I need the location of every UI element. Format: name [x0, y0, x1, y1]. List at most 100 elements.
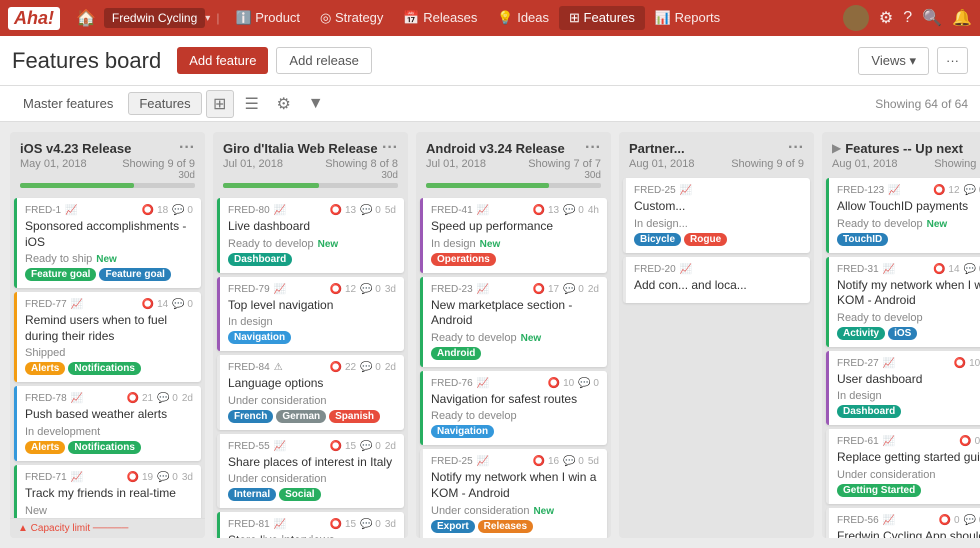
tag: Rogue [684, 233, 727, 246]
card[interactable]: FRED-78📈⭕ 21💬 02dPush based weather aler… [14, 386, 201, 461]
card-status: Ready to developNew [431, 332, 599, 344]
showing-count: Showing 64 of 64 [875, 97, 968, 111]
list-view-icon[interactable]: ☰ [238, 90, 266, 118]
card[interactable]: FRED-25📈⭕ 16💬 05dNotify my network when … [420, 449, 607, 538]
card-icon: 📈 [477, 284, 489, 295]
card[interactable]: FRED-27📈⭕ 10💬 0User dashboardIn designDa… [826, 351, 980, 426]
card[interactable]: FRED-55📈⭕ 15💬 02dShare places of interes… [217, 434, 404, 509]
help-icon[interactable]: ? [903, 9, 912, 27]
card-score: ⭕ 16 [533, 456, 559, 467]
page-title: Features board [12, 48, 161, 74]
home-icon[interactable]: 🏠 [70, 8, 102, 28]
tag: Feature goal [99, 268, 170, 281]
card[interactable]: FRED-79📈⭕ 12💬 03dTop level navigationIn … [217, 277, 404, 352]
card[interactable]: FRED-84⚠⭕ 22💬 02dLanguage optionsUnder c… [217, 355, 404, 430]
tag: Bicycle [634, 233, 681, 246]
column-title: Giro d'Italia Web Release [223, 141, 378, 156]
workspace-selector[interactable]: Fredwin Cycling [104, 8, 205, 28]
tab-features[interactable]: Features [128, 92, 201, 115]
grid-view-icon[interactable]: ⊞ [206, 90, 234, 118]
nav-features[interactable]: ⊞ Features [559, 6, 645, 30]
card-title: Sponsored accomplishments - iOS [25, 219, 193, 250]
card[interactable]: FRED-31📈⭕ 14💬 0N/ANotify my network when… [826, 257, 980, 347]
column-col-partner: Partner...···Aug 01, 2018Showing 9 of 9F… [619, 132, 814, 538]
notifications-icon[interactable]: 🔔 [952, 8, 972, 28]
avatar[interactable] [843, 5, 869, 31]
sub-toolbar: Master features Features ⊞ ☰ ⚙ ▼ Showing… [0, 86, 980, 122]
nav-items: ℹ️ Product ◎ Strategy 📅 Releases 💡 Ideas… [225, 6, 730, 30]
card[interactable]: FRED-20📈Add con... and loca... [623, 257, 810, 304]
card-days: 2d [385, 441, 396, 452]
new-badge: New [927, 219, 948, 230]
card-days: 5d [588, 456, 599, 467]
card[interactable]: FRED-41📈⭕ 13💬 04hSpeed up performanceIn … [420, 198, 607, 273]
column-date: Aug 01, 2018 [629, 158, 694, 170]
settings-icon[interactable]: ⚙ [879, 8, 893, 28]
card-tags: AlertsNotifications [25, 362, 193, 375]
column-col-ios: iOS v4.23 Release···May 01, 2018Showing … [10, 132, 205, 538]
card-comments: 💬 0 [360, 284, 381, 295]
column-more-button[interactable]: ··· [382, 140, 398, 156]
card-id: FRED-41 [431, 205, 473, 216]
search-icon[interactable]: 🔍 [922, 8, 942, 28]
nav-ideas[interactable]: 💡 Ideas [487, 6, 559, 30]
nav-reports[interactable]: 📊 Reports [645, 6, 730, 30]
column-count: Showing 9 of 9 [122, 158, 195, 170]
card-score: ⭕ 15 [330, 519, 356, 530]
card-icon: 📈 [274, 205, 286, 216]
views-button[interactable]: Views ▾ [858, 47, 929, 75]
tag: Internal [228, 488, 276, 501]
card[interactable]: FRED-1📈⭕ 18💬 0Sponsored accomplishments … [14, 198, 201, 288]
card-title: Fredwin Cycling App should remind me eve… [837, 529, 980, 538]
card[interactable]: FRED-61📈⭕ 0💬 0Replace getting started gu… [826, 429, 980, 504]
tab-master-features[interactable]: Master features [12, 92, 124, 115]
card[interactable]: FRED-76📈⭕ 10💬 0Navigation for safest rou… [420, 371, 607, 446]
card[interactable]: FRED-81📈⭕ 15💬 03dStore live interviewsRe… [217, 512, 404, 538]
column-more-button[interactable]: ··· [585, 140, 601, 156]
card-status: Shipped [25, 347, 193, 359]
nav-strategy[interactable]: ◎ Strategy [310, 6, 393, 30]
card-id: FRED-25 [431, 456, 473, 467]
card-days: 2d [588, 284, 599, 295]
nav-product[interactable]: ℹ️ Product [225, 6, 310, 30]
filter-icon[interactable]: ▼ [302, 90, 330, 118]
card-score: ⭕ 13 [533, 205, 559, 216]
card[interactable]: FRED-123📈⭕ 12💬 023dAllow TouchID payment… [826, 178, 980, 253]
add-release-button[interactable]: Add release [276, 47, 371, 74]
card-score: ⭕ 10 [548, 378, 574, 389]
workspace-chevron[interactable]: ▾ [205, 13, 210, 24]
card-status: Ready to shipNew [25, 253, 193, 265]
logo[interactable]: Aha! [8, 7, 60, 30]
card-score: ⭕ 0 [939, 515, 960, 526]
add-feature-button[interactable]: Add feature [177, 47, 268, 74]
column-title: Android v3.24 Release [426, 141, 565, 156]
card[interactable]: FRED-71📈⭕ 19💬 03dTrack my friends in rea… [14, 465, 201, 518]
card[interactable]: FRED-25📈Custom...In design...BicycleRogu… [623, 178, 810, 253]
card-icon: 📈 [477, 378, 489, 389]
tag: Releases [478, 520, 533, 533]
card-icon: 📈 [274, 519, 286, 530]
card-icon: 📈 [680, 185, 692, 196]
card[interactable]: FRED-56📈⭕ 0💬 0N/AFredwin Cycling App sho… [826, 508, 980, 538]
card-comments: 💬 0 [172, 299, 193, 310]
tag: Navigation [431, 425, 494, 438]
capacity-bar [426, 183, 601, 188]
card-tags: InternalSocial [228, 488, 396, 501]
card-icon: 📈 [274, 441, 286, 452]
card[interactable]: FRED-80📈⭕ 13💬 05dLive dashboardReady to … [217, 198, 404, 273]
column-more-button[interactable]: ··· [788, 140, 804, 156]
card-tags: BicycleRogue [634, 233, 802, 246]
card[interactable]: FRED-77📈⭕ 14💬 0Remind users when to fuel… [14, 292, 201, 382]
card-score: ⭕ 21 [127, 393, 153, 404]
column-date: Jul 01, 2018 [426, 158, 486, 170]
nav-releases[interactable]: 📅 Releases [393, 6, 487, 30]
card-tags: Operations [431, 253, 599, 266]
card[interactable]: FRED-23📈⭕ 17💬 02dNew marketplace section… [420, 277, 607, 367]
card-title: Track my friends in real-time [25, 486, 193, 502]
settings-cog-icon[interactable]: ⚙ [270, 90, 298, 118]
column-more-button[interactable]: ··· [179, 140, 195, 156]
card-comments: 💬 0 [157, 393, 178, 404]
card-title: Replace getting started guide [837, 450, 980, 466]
more-options-button[interactable]: ··· [937, 47, 968, 74]
expand-icon[interactable]: ▶ [832, 141, 841, 155]
